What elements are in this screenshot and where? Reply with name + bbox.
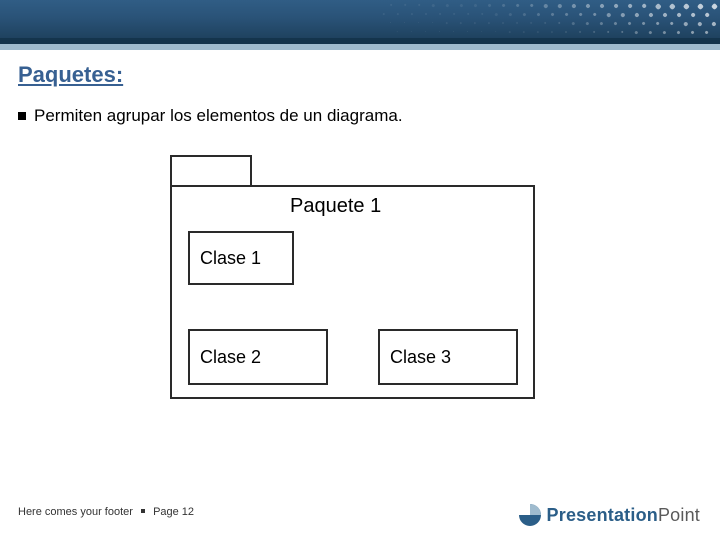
footer-text: Here comes your footer: [18, 506, 133, 518]
footer-separator-icon: [141, 509, 145, 513]
header-rail-light: [0, 44, 720, 50]
slide: Paquetes: Permiten agrupar los elementos…: [0, 0, 720, 540]
class-box-2: Clase 2: [188, 329, 328, 385]
page-title: Paquetes:: [18, 62, 123, 88]
logo-text: PresentationPoint: [547, 505, 700, 526]
logo-mark-icon: [517, 502, 543, 528]
bullet-row: Permiten agrupar los elementos de un dia…: [18, 106, 702, 126]
footer-page: Page 12: [153, 506, 194, 518]
uml-package-diagram: Paquete 1 Clase 1 Clase 2 Clase 3: [170, 155, 550, 435]
package-label: Paquete 1: [290, 195, 381, 218]
class-box-3: Clase 3: [378, 329, 518, 385]
class-box-1: Clase 1: [188, 231, 294, 285]
logo-word-b: Point: [658, 505, 700, 525]
square-bullet-icon: [18, 112, 26, 120]
package-tab: [170, 155, 252, 187]
logo-word-a: Presentation: [547, 505, 658, 525]
brand-logo: PresentationPoint: [517, 502, 700, 528]
footer-left: Here comes your footer Page 12: [18, 506, 194, 518]
bullet-text: Permiten agrupar los elementos de un dia…: [34, 106, 403, 126]
header-band: [0, 0, 720, 54]
header-dot-pattern: [380, 0, 720, 38]
